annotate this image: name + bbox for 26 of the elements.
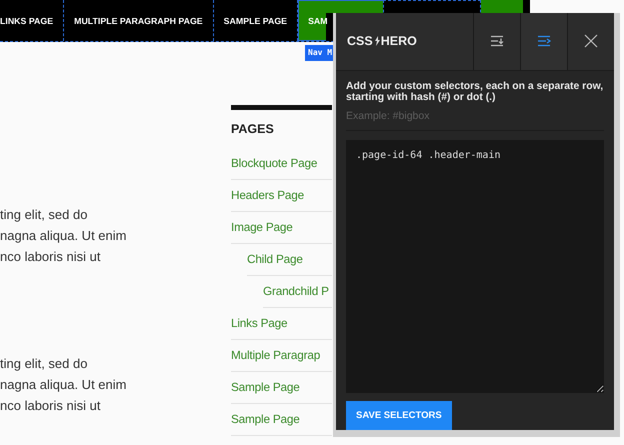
sidebar-title: PAGES xyxy=(231,122,275,136)
instructions: Add your custom selectors, each on a separate row, starting with hash (#) or dot (.) xyxy=(346,80,604,102)
nav-item[interactable]: SAM xyxy=(298,0,326,41)
close-icon xyxy=(584,34,598,48)
nav-item[interactable]: LINKS PAGE xyxy=(0,0,64,41)
page-link[interactable]: Sample Page xyxy=(231,372,332,404)
tool-button[interactable] xyxy=(520,13,567,70)
bolt-icon xyxy=(374,36,380,46)
page-link[interactable]: Grandchild P xyxy=(263,276,332,308)
page-link[interactable]: Image Page xyxy=(231,212,332,244)
page-link[interactable]: Multiple Paragrap xyxy=(231,340,332,372)
save-button[interactable]: SAVE SELECTORS xyxy=(346,401,452,430)
example-hint: Example: #bigbox xyxy=(346,110,604,130)
page-link[interactable]: Sample Page xyxy=(231,404,332,436)
app-logo: CSS HERO xyxy=(347,34,417,48)
page-link[interactable]: Blockquote Page xyxy=(231,148,332,180)
page-link[interactable]: Child Page xyxy=(247,244,332,276)
nav-item[interactable]: MULTIPLE PARAGRAPH PAGE xyxy=(64,0,214,41)
paragraph: ting elit, sed do nagna aliqua. Ut enim nco laboris nisi ut xyxy=(0,206,128,266)
list-arrow-right-icon xyxy=(536,35,552,48)
paragraph: ting elit, sed do nagna aliqua. Ut enim nco laboris nisi ut xyxy=(0,355,128,415)
page-link[interactable]: Headers Page xyxy=(231,180,332,212)
page-link[interactable]: Links Page xyxy=(231,308,332,340)
selector-label: Nav M xyxy=(305,45,334,61)
selectors-field[interactable]: .page-id-64 .header-main xyxy=(346,140,604,393)
list-arrow-down-icon xyxy=(490,35,504,48)
